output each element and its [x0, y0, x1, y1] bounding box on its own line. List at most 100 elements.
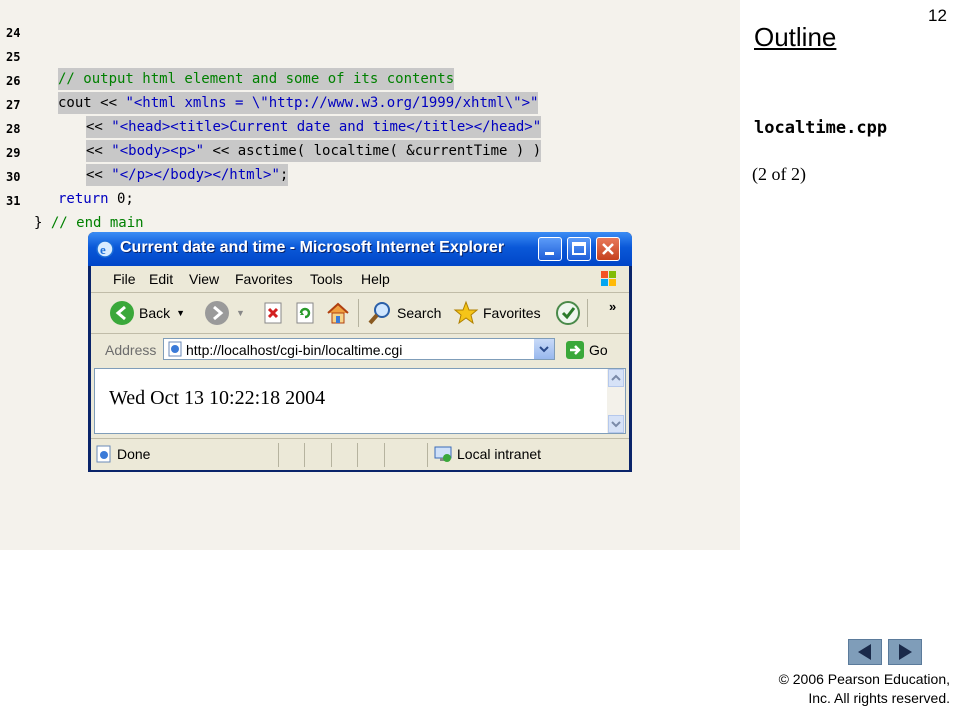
back-label: Back: [139, 305, 171, 321]
copyright-notice: © 2006 Pearson Education, Inc. All right…: [730, 670, 950, 708]
home-icon: [327, 302, 349, 324]
address-dropdown-button[interactable]: [534, 339, 554, 359]
chevron-down-icon: [611, 421, 621, 428]
arrow-left-icon: [858, 644, 871, 660]
ie-logo-icon: e: [96, 240, 114, 258]
code-comment: // output html element and some of its c…: [58, 68, 455, 90]
menu-help[interactable]: Help: [361, 271, 390, 287]
code-line-28: 28 << "<body><p>" << asctime( localtime(…: [0, 96, 542, 162]
menu-favorites[interactable]: Favorites: [235, 271, 293, 287]
toolbar: Back ▼ ▼ Search Favorites »: [91, 293, 629, 334]
status-segment: [278, 443, 279, 467]
star-icon: [453, 300, 479, 325]
address-input[interactable]: http://localhost/cgi-bin/localtime.cgi: [163, 338, 555, 360]
back-arrow-icon: [110, 301, 134, 325]
previous-slide-button[interactable]: [848, 639, 882, 665]
close-icon: [602, 243, 614, 255]
menu-file[interactable]: File: [113, 271, 136, 287]
status-segment: [384, 443, 385, 467]
maximize-button[interactable]: [567, 237, 591, 261]
refresh-button[interactable]: [293, 300, 317, 326]
dropdown-arrow-icon[interactable]: ▼: [236, 308, 245, 318]
window-title: Current date and time - Microsoft Intern…: [120, 239, 505, 256]
maximize-icon: [572, 242, 586, 255]
menu-tools[interactable]: Tools: [310, 271, 343, 287]
status-segment: [331, 443, 332, 467]
dropdown-arrow-icon[interactable]: ▼: [176, 308, 185, 318]
scroll-down-button[interactable]: [608, 415, 624, 433]
outline-link[interactable]: Outline: [754, 22, 836, 53]
toolbar-separator: [358, 299, 359, 327]
page-content: Wed Oct 13 10:22:18 2004: [94, 368, 626, 434]
code-operator: <<: [86, 143, 112, 159]
address-label: Address: [105, 342, 157, 358]
windows-logo-icon: [601, 271, 616, 286]
forward-button[interactable]: ▼: [204, 300, 245, 326]
title-bar[interactable]: e Current date and time - Microsoft Inte…: [88, 232, 632, 266]
address-bar: Address http://localhost/cgi-bin/localti…: [91, 334, 629, 364]
stop-icon: [264, 302, 282, 324]
code-value: 0;: [108, 191, 134, 207]
line-number: 31: [6, 194, 21, 208]
copyright-line-1: © 2006 Pearson Education,: [778, 671, 950, 687]
security-zone-text: Local intranet: [457, 446, 542, 462]
arrow-right-icon: [899, 644, 912, 660]
home-button[interactable]: [325, 300, 351, 326]
source-filename: localtime.cpp: [754, 118, 888, 138]
close-button[interactable]: [596, 237, 620, 261]
code-panel: 24 25 // output html element and some of…: [0, 0, 740, 550]
chevron-down-icon: [539, 346, 549, 353]
favorites-button[interactable]: Favorites: [453, 300, 541, 326]
browser-body: File Edit View Favorites Tools Help Back…: [91, 266, 629, 470]
code-line-31: 31 } // end main: [0, 168, 144, 231]
next-slide-button[interactable]: [888, 639, 922, 665]
media-icon: [556, 301, 580, 325]
minimize-button[interactable]: [538, 237, 562, 261]
stop-button[interactable]: [261, 300, 285, 326]
go-button[interactable]: Go: [565, 339, 608, 361]
code-line-26: 26 cout << "<html xmlns = \"http://www.w…: [0, 48, 539, 114]
code-call: << asctime( localtime( &currentTime ) ): [204, 143, 542, 159]
code-operator: <<: [86, 119, 112, 135]
status-bar: Done Local intranet: [91, 438, 629, 470]
code-operator: <<: [86, 167, 112, 183]
page-icon: [168, 341, 182, 357]
menu-bar: File Edit View Favorites Tools Help: [91, 266, 629, 293]
code-string: "<body><p>": [111, 143, 205, 159]
menu-view[interactable]: View: [189, 271, 219, 287]
media-button[interactable]: [555, 300, 581, 326]
menu-edit[interactable]: Edit: [149, 271, 173, 287]
search-button[interactable]: Search: [367, 300, 441, 326]
code-keyword: return: [58, 191, 109, 207]
scroll-up-button[interactable]: [608, 369, 624, 387]
code-line-25: 25 // output html element and some of it…: [0, 24, 455, 90]
code-line-29: 29 << "</p></body></html>";: [0, 120, 289, 186]
go-label: Go: [589, 342, 608, 358]
page-done-icon: [96, 445, 111, 463]
code-statement: cout <<: [58, 95, 126, 111]
code-string: "</p></body></html>": [111, 167, 280, 183]
search-label: Search: [397, 305, 442, 321]
status-text: Done: [117, 446, 151, 462]
code-line-30: 30 return 0;: [0, 144, 134, 207]
page-date-text: Wed Oct 13 10:22:18 2004: [109, 387, 326, 409]
forward-arrow-icon: [205, 301, 229, 325]
browser-window: e Current date and time - Microsoft Inte…: [88, 232, 632, 472]
search-icon: [368, 302, 390, 325]
intranet-globe-icon: [434, 446, 452, 462]
address-value: http://localhost/cgi-bin/localtime.cgi: [186, 342, 403, 358]
toolbar-separator: [587, 299, 588, 327]
vertical-scrollbar[interactable]: [607, 369, 625, 433]
status-segment: [304, 443, 305, 467]
chevron-up-icon: [611, 374, 621, 381]
go-arrow-icon: [566, 341, 584, 359]
refresh-icon: [296, 302, 314, 324]
svg-text:e: e: [100, 242, 106, 257]
favorites-label: Favorites: [483, 305, 541, 321]
code-string: "<html xmlns = \"http://www.w3.org/1999/…: [125, 95, 539, 111]
status-segment: [357, 443, 358, 467]
code-line-27: 27 << "<head><title>Current date and tim…: [0, 72, 542, 138]
status-zone-segment: [427, 443, 428, 467]
chevron-more-icon[interactable]: »: [609, 293, 616, 319]
back-button[interactable]: Back ▼: [109, 300, 185, 326]
